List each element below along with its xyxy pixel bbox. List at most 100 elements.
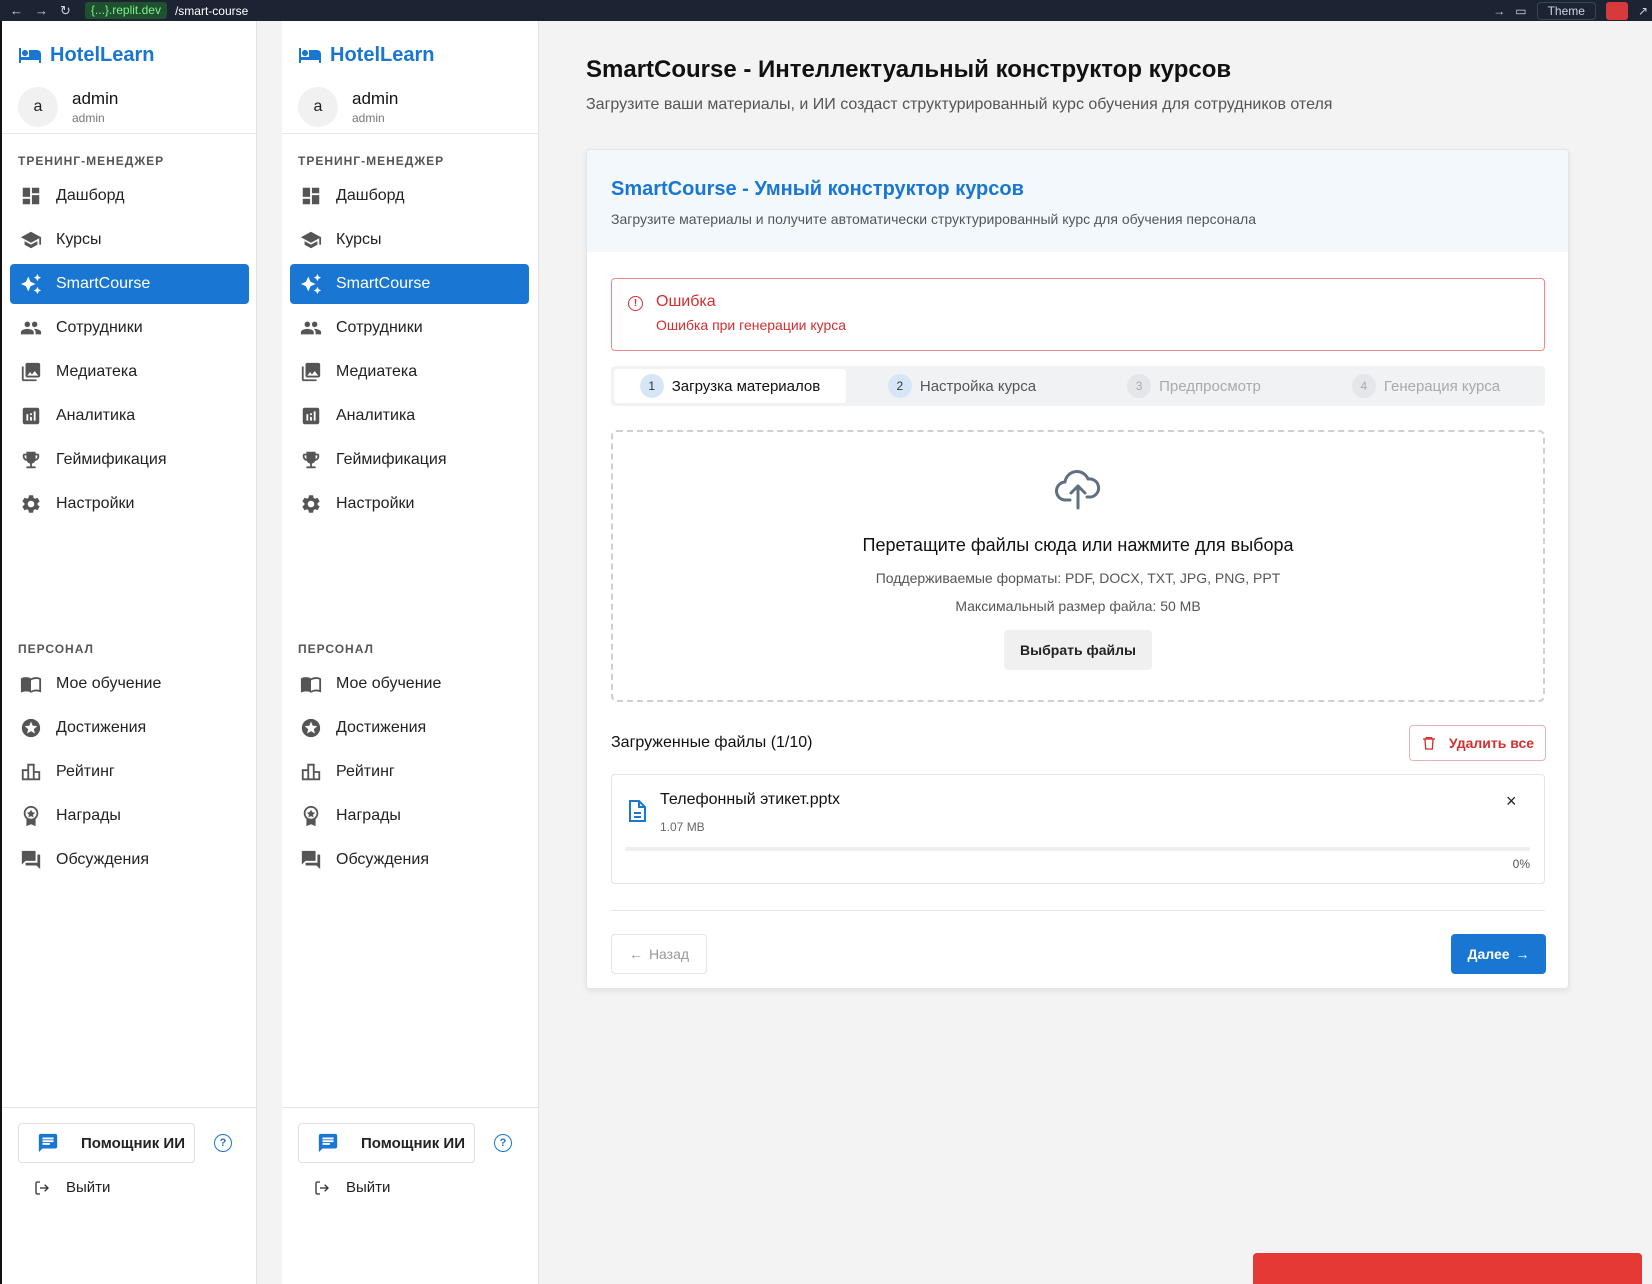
award-icon (303, 805, 319, 827)
theme-button[interactable]: Theme (1536, 1, 1596, 20)
error-alert: ! Ошибка Ошибка при генерации курса (611, 278, 1545, 351)
sidebar-item-trophy[interactable]: Геймификация (290, 440, 529, 480)
stepper-tabs: 1 Загрузка материалов 2 Настройка курса 3 Пре… (611, 366, 1545, 406)
sidebar-item-label: Курсы (56, 231, 102, 248)
sidebar-item-people[interactable]: Сотрудники (290, 308, 529, 348)
sidebar-item-image-library[interactable]: Медиатека (10, 352, 249, 392)
help-icon[interactable]: ? (214, 1134, 232, 1152)
user-role: admin (72, 111, 105, 125)
help-icon[interactable]: ? (494, 1134, 512, 1152)
next-button[interactable]: Далее → (1451, 934, 1546, 974)
logout-icon (315, 1180, 329, 1195)
sidebar-item-people[interactable]: Сотрудники (10, 308, 249, 348)
sidebar-item-award[interactable]: Награды (10, 796, 249, 836)
uploaded-file-item: Телефонный этикет.pptx 1.07 MB × 0% (611, 774, 1545, 884)
sidebar-item-graduation-cap[interactable]: Курсы (10, 220, 249, 260)
sidebar-item-star-badge[interactable]: Достижения (10, 708, 249, 748)
smartcourse-card: SmartCourse - Умный конструктор курсов З… (586, 149, 1569, 989)
chat-icon (38, 1133, 58, 1153)
sidebar-item-bar-chart[interactable]: Рейтинг (10, 752, 249, 792)
url-path[interactable]: /smart-course (175, 4, 248, 18)
sidebar-item-label: Аналитика (56, 407, 136, 424)
step-tab-4[interactable]: 4 Генерация курса (1310, 369, 1542, 403)
bar-chart-icon (301, 763, 321, 781)
sidebar-item-label: SmartCourse (56, 275, 151, 292)
sidebar-item-dashboard[interactable]: Дашборд (290, 176, 529, 216)
sidebar-item-image-library[interactable]: Медиатека (290, 352, 529, 392)
brand-name: HotelLearn (50, 43, 155, 66)
brand-name: HotelLearn (330, 43, 435, 66)
sparkles-icon (20, 273, 42, 295)
step-label: Предпросмотр (1159, 377, 1261, 395)
sidebar-item-gear[interactable]: Настройки (290, 484, 529, 524)
remove-file-icon[interactable]: × (1506, 792, 1522, 810)
sidebar-item-graduation-cap[interactable]: Курсы (290, 220, 529, 260)
forward-arrow-icon[interactable]: → (35, 3, 48, 18)
star-badge-icon (21, 718, 41, 738)
step-tab-2[interactable]: 2 Настройка курса (846, 369, 1078, 403)
sidebar-item-book[interactable]: Мое обучение (290, 664, 529, 704)
sidebar-item-bar-chart[interactable]: Рейтинг (290, 752, 529, 792)
dropzone-max-size: Максимальный размер файла: 50 MB (955, 598, 1201, 614)
bed-icon (299, 48, 321, 63)
delete-all-label: Удалить все (1448, 735, 1535, 751)
step-tab-3[interactable]: 3 Предпросмотр (1078, 369, 1310, 403)
sidebar-item-forum[interactable]: Обсуждения (290, 840, 529, 880)
back-button[interactable]: ← Назад (611, 934, 707, 974)
logout-label: Выйти (346, 1179, 391, 1196)
section-title-personal: ПЕРСОНАЛ (18, 642, 94, 656)
url-host[interactable]: {...}.replit.dev (84, 2, 167, 19)
sidebar-item-sparkles[interactable]: SmartCourse (10, 264, 249, 304)
file-dropzone[interactable]: Перетащите файлы сюда или нажмите для вы… (611, 430, 1545, 702)
sidebar-item-star-badge[interactable]: Достижения (290, 708, 529, 748)
ai-assistant-button[interactable]: Помощник ИИ (18, 1123, 195, 1163)
logout-button[interactable]: Выйти (314, 1179, 390, 1196)
sidebar-item-book[interactable]: Мое обучение (10, 664, 249, 704)
step-label: Загрузка материалов (671, 377, 821, 395)
forum-icon (301, 850, 321, 870)
ai-assistant-button[interactable]: Помощник ИИ (298, 1123, 475, 1163)
sidebar-item-sparkles[interactable]: SmartCourse (290, 264, 529, 304)
sidebar-item-label: Мое обучение (56, 675, 162, 692)
sidebar-bottom-divider (282, 1107, 538, 1108)
sidebar-item-award[interactable]: Награды (290, 796, 529, 836)
back-arrow-icon[interactable]: ← (10, 3, 23, 18)
bed-icon (19, 48, 41, 63)
devices-icon[interactable]: ▭ (1515, 4, 1526, 18)
external-link-icon[interactable]: ↗ (1638, 4, 1648, 18)
reload-icon[interactable]: ↻ (60, 3, 71, 19)
trophy-icon (22, 451, 40, 469)
red-badge-button[interactable] (1605, 1, 1628, 20)
sidebar-item-analytics[interactable]: Аналитика (290, 396, 529, 436)
file-name: Телефонный этикет.pptx (660, 791, 840, 808)
forward-small-icon[interactable]: → (1493, 4, 1505, 18)
step-tab-1[interactable]: 1 Загрузка материалов (614, 369, 846, 403)
card-title: SmartCourse - Умный конструктор курсов (611, 178, 1024, 200)
delete-all-button[interactable]: Удалить все (1409, 725, 1546, 761)
brand-logo[interactable]: HotelLearn (298, 43, 434, 67)
trash-icon (1422, 737, 1435, 750)
analytics-icon (22, 407, 40, 425)
sidebar-item-label: Настройки (56, 495, 135, 512)
choose-files-button[interactable]: Выбрать файлы (1004, 630, 1152, 670)
manager-menu: Дашборд Курсы SmartCourse Сотрудники Медиате… (290, 176, 529, 528)
logout-button[interactable]: Выйти (34, 1179, 110, 1196)
brand-logo[interactable]: HotelLearn (18, 43, 154, 67)
book-icon (300, 677, 322, 693)
sidebar-item-label: Аналитика (336, 407, 416, 424)
trophy-icon (302, 451, 320, 469)
logout-label: Выйти (66, 1179, 111, 1196)
sidebar-left: HotelLearn a admin admin ТРЕНИНГ-МЕНЕДЖЕ… (0, 21, 257, 1284)
sidebar-item-forum[interactable]: Обсуждения (10, 840, 249, 880)
sidebar-item-analytics[interactable]: Аналитика (10, 396, 249, 436)
sidebar-item-gear[interactable]: Настройки (10, 484, 249, 524)
star-badge-icon (301, 718, 321, 738)
error-toast[interactable] (1253, 1253, 1642, 1284)
sidebar-item-trophy[interactable]: Геймификация (10, 440, 249, 480)
analytics-icon (302, 407, 320, 425)
section-title-manager: ТРЕНИНГ-МЕНЕДЖЕР (18, 154, 165, 168)
bar-chart-icon (21, 763, 41, 781)
sidebar-item-label: Медиатека (56, 363, 138, 380)
sidebar-item-label: Дашборд (336, 187, 405, 204)
sidebar-item-dashboard[interactable]: Дашборд (10, 176, 249, 216)
